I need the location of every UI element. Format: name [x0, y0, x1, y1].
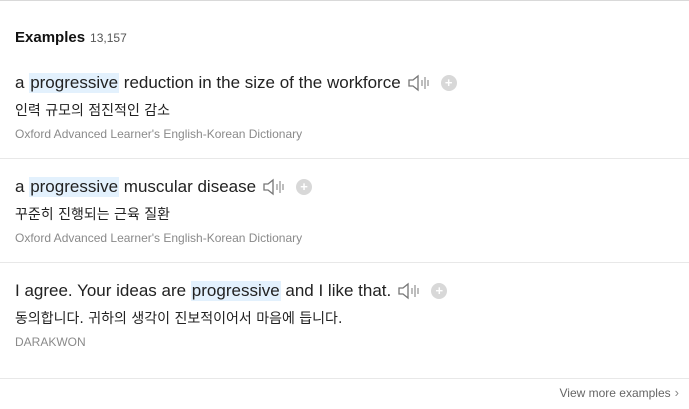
example-source[interactable]: Oxford Advanced Learner's English-Korean…	[15, 231, 302, 245]
speaker-icon[interactable]	[397, 282, 423, 300]
sentence-pre: I agree. Your ideas are	[15, 281, 191, 300]
speaker-icon[interactable]	[407, 74, 433, 92]
example-sentence: a progressive muscular disease +	[15, 177, 313, 197]
example-translation: 인력 규모의 점진적인 감소	[15, 103, 171, 119]
top-divider	[0, 0, 689, 1]
sentence-post: reduction in the size of the workforce	[119, 73, 401, 92]
highlighted-word[interactable]: progressive	[29, 177, 120, 197]
example-translation: 꾸준히 진행되는 근육 질환	[15, 207, 171, 223]
chevron-right-icon: ›	[674, 385, 679, 400]
sentence-post: muscular disease	[119, 177, 257, 196]
sentence-post: and I like that.	[280, 281, 392, 300]
examples-header: Examples 13,157	[15, 29, 127, 46]
example-sentence: a progressive reduction in the size of t…	[15, 73, 457, 93]
view-more-label: View more examples	[559, 385, 671, 400]
example-sentence: I agree. Your ideas are progressive and …	[15, 281, 448, 301]
examples-title: Examples	[15, 29, 86, 46]
highlighted-word[interactable]: progressive	[190, 281, 281, 301]
examples-count: 13,157	[90, 31, 127, 45]
sentence-pre: a	[15, 177, 30, 196]
plus-circle-icon[interactable]: +	[296, 179, 313, 195]
highlighted-word[interactable]: progressive	[29, 73, 120, 93]
example-source[interactable]: DARAKWON	[15, 335, 86, 349]
example-translation: 동의합니다. 귀하의 생각이 진보적이어서 마음에 듭니다.	[15, 311, 343, 327]
sentence-pre: a	[15, 73, 30, 92]
example-divider	[0, 262, 689, 263]
example-divider	[0, 158, 689, 159]
plus-circle-icon[interactable]: +	[431, 283, 448, 299]
speaker-icon[interactable]	[262, 178, 288, 196]
plus-circle-icon[interactable]: +	[440, 75, 457, 91]
example-source[interactable]: Oxford Advanced Learner's English-Korean…	[15, 127, 302, 141]
view-more-examples-link[interactable]: View more examples ›	[559, 385, 679, 400]
footer-divider	[0, 378, 689, 379]
